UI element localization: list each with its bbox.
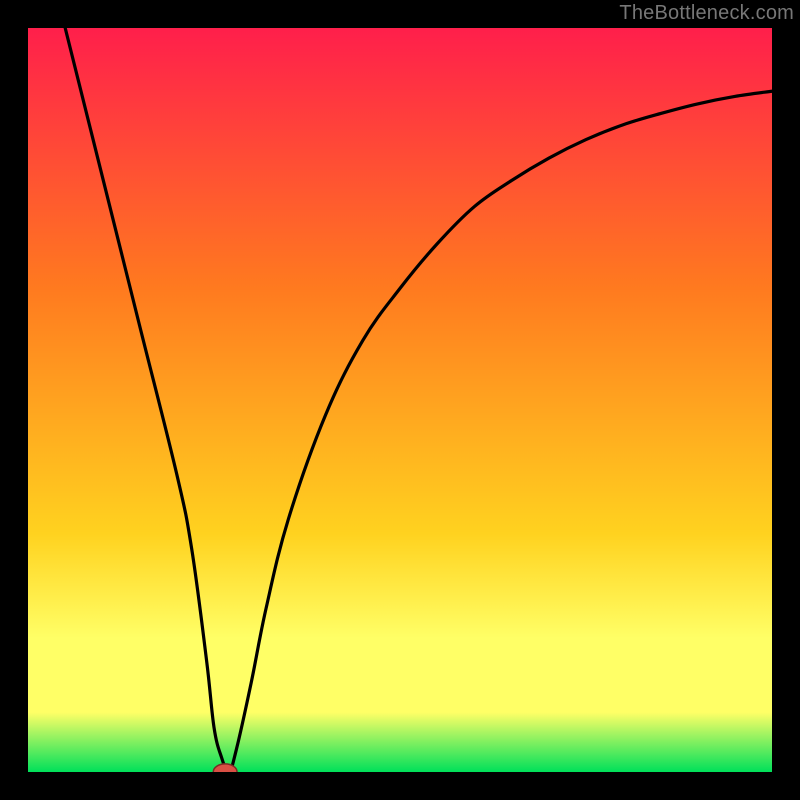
gradient-background	[28, 28, 772, 772]
watermark-text: TheBottleneck.com	[619, 2, 794, 25]
chart-frame: TheBottleneck.com	[0, 0, 800, 800]
plot-area	[28, 28, 772, 772]
chart-svg	[28, 28, 772, 772]
frame-border-right	[772, 0, 800, 800]
frame-border-left	[0, 0, 28, 800]
frame-border-bottom	[0, 772, 800, 800]
